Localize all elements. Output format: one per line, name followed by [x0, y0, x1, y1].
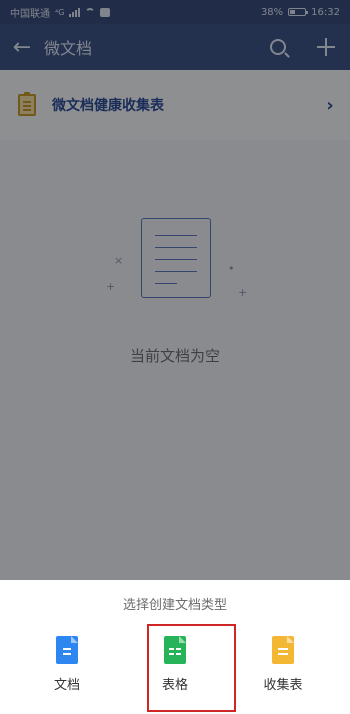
- option-label: 文档: [53, 678, 80, 693]
- option-document[interactable]: 文档: [22, 636, 112, 706]
- option-label: 收集表: [263, 678, 303, 693]
- form-file-icon: [272, 636, 294, 664]
- sheet-title: 选择创建文档类型: [122, 598, 227, 613]
- option-collection-form[interactable]: 收集表: [238, 636, 328, 706]
- modal-backdrop[interactable]: [0, 0, 350, 580]
- doc-file-icon: [56, 636, 78, 664]
- highlight-box: [147, 624, 236, 712]
